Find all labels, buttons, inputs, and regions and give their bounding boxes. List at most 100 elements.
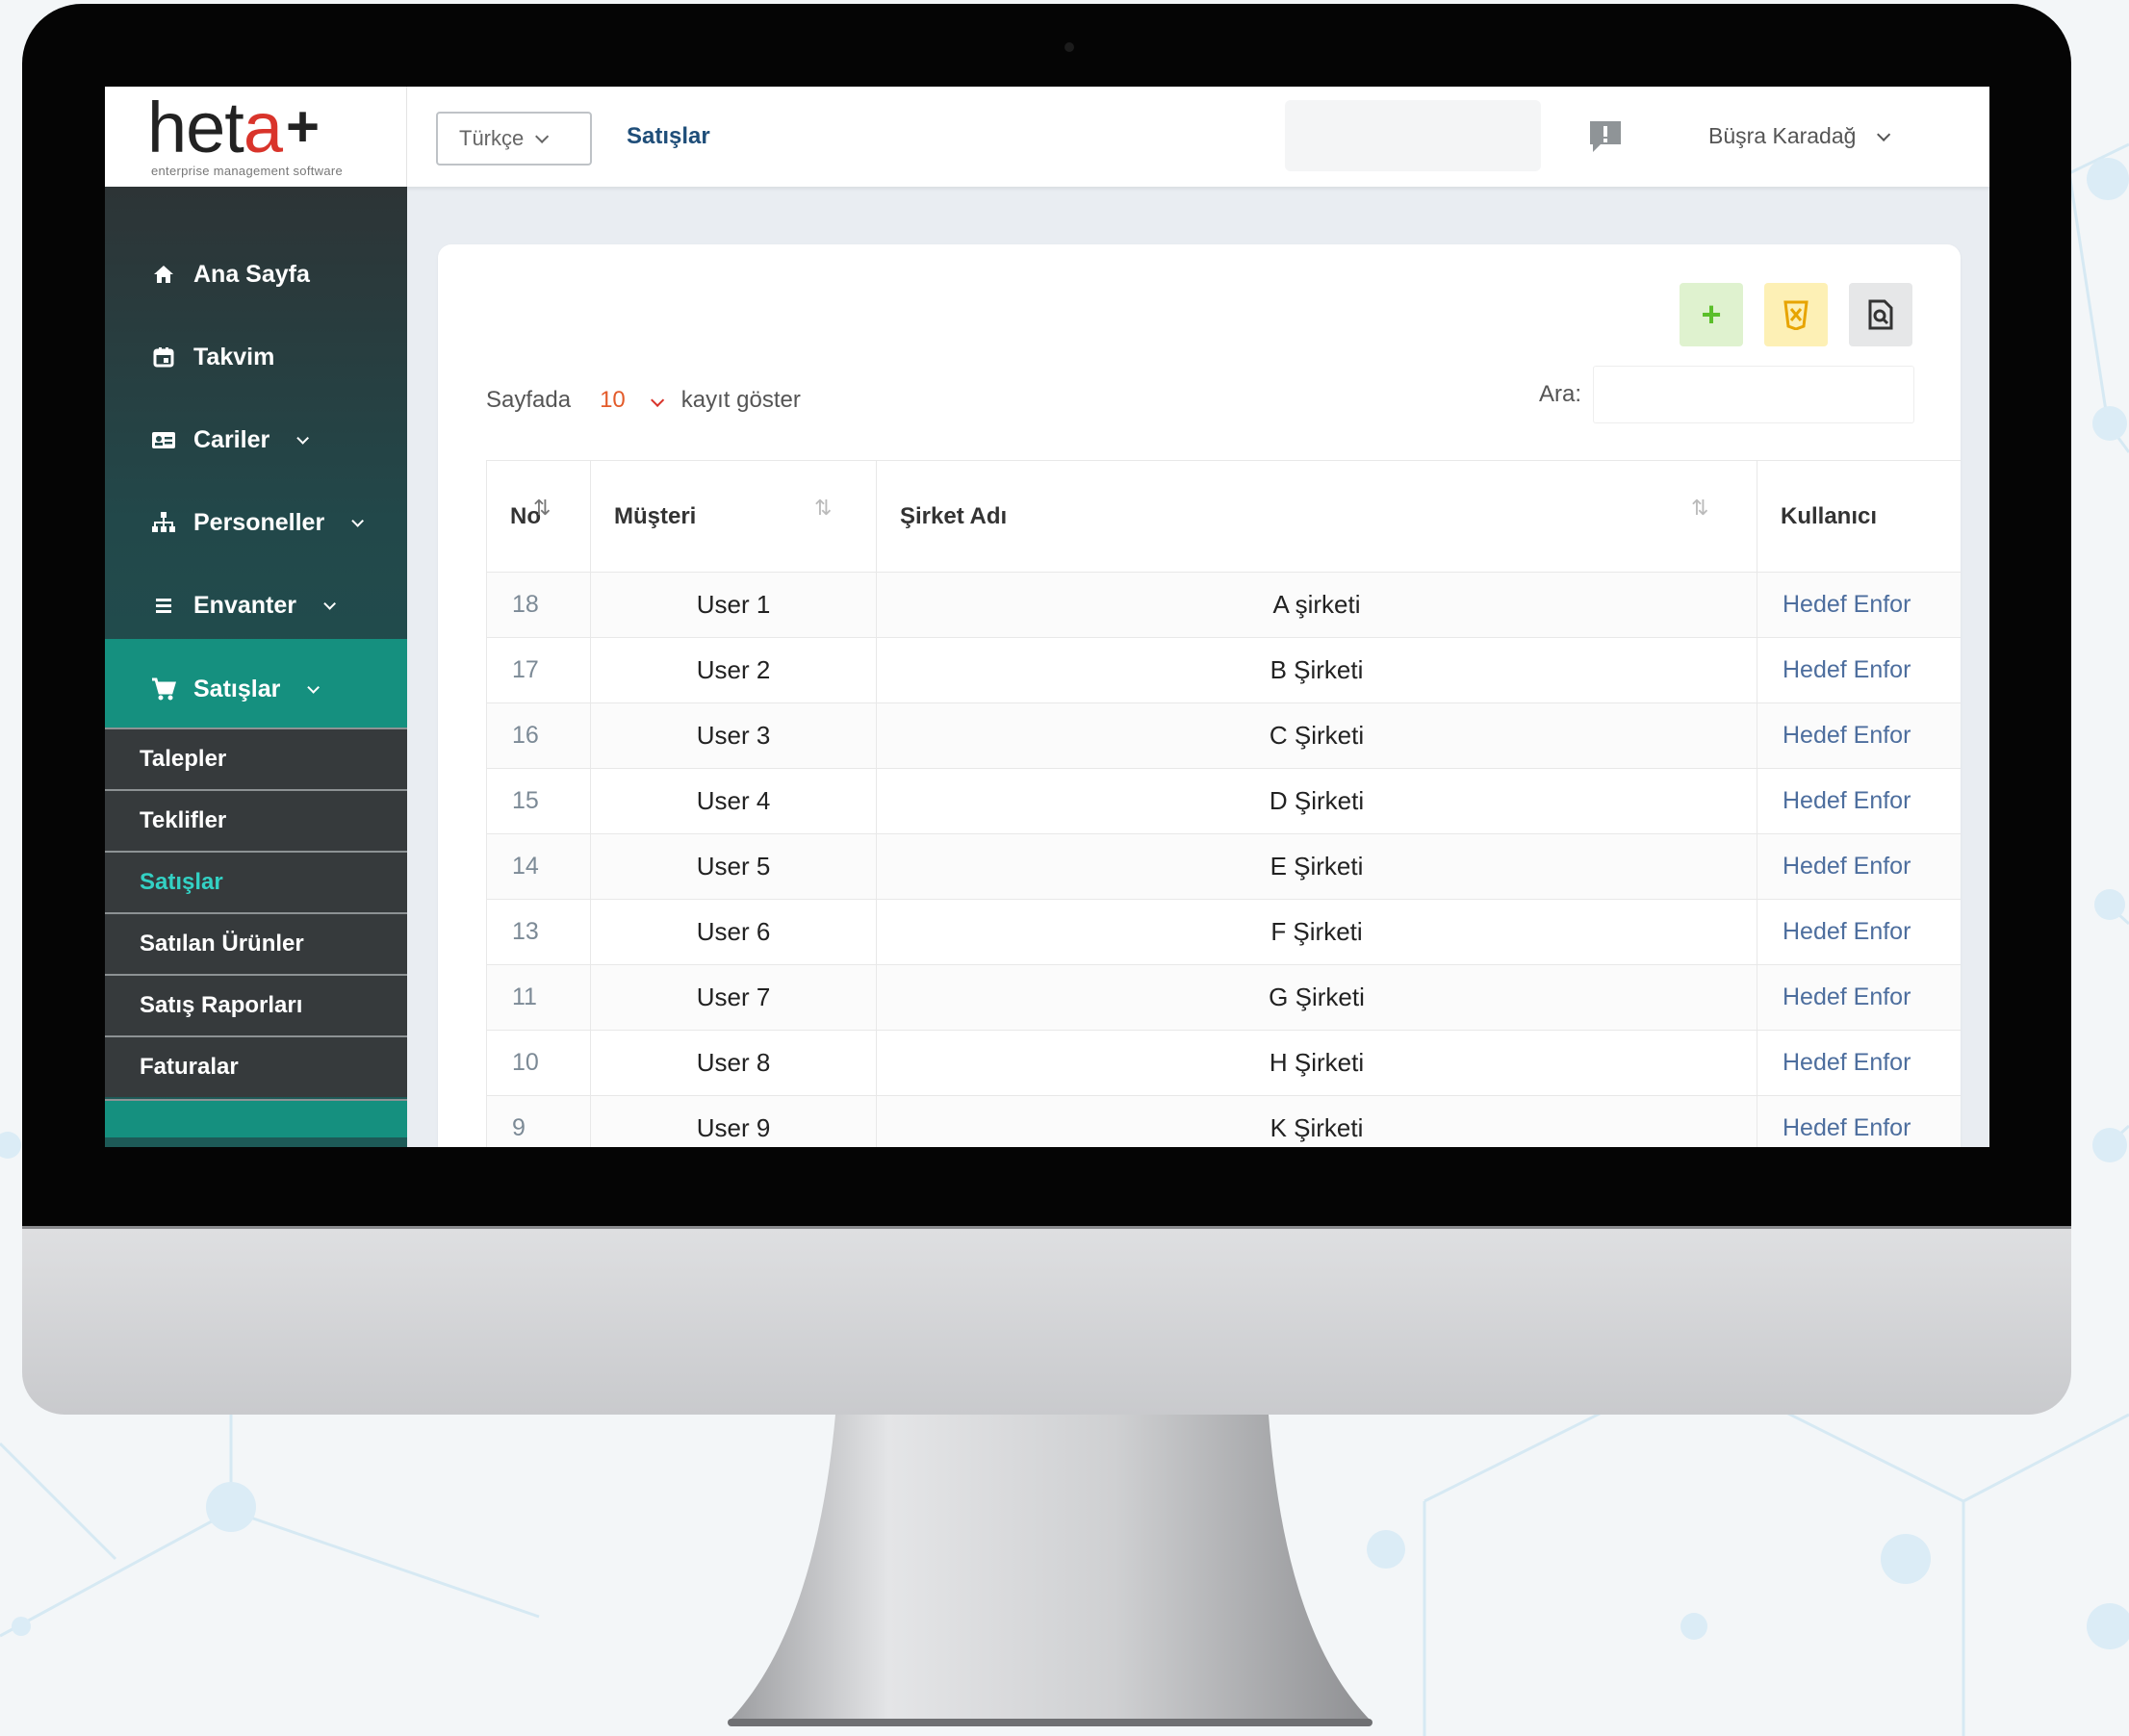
sidebar-item-label: Cariler <box>193 425 270 453</box>
home-icon <box>151 262 176 287</box>
top-navbar: heta+ enterprise management software Tür… <box>105 87 1989 187</box>
sidebar-item-sales[interactable]: Satışlar <box>105 639 407 739</box>
add-button[interactable]: + <box>1680 283 1743 346</box>
contact-card-icon <box>151 427 176 452</box>
list-icon <box>151 593 176 618</box>
chevron-down-icon <box>535 129 550 143</box>
sidebar-item-accounts[interactable]: Cariler <box>105 398 407 481</box>
column-header-user[interactable]: Kullanıcı <box>1757 460 1961 573</box>
excel-export-button[interactable] <box>1764 283 1828 346</box>
table-row[interactable]: 18 User 1 A şirketi Hedef Enfor <box>486 572 1961 638</box>
alert-message-icon[interactable] <box>1587 119 1624 154</box>
search-input[interactable] <box>1593 366 1915 423</box>
cell-user: Hedef Enfor <box>1757 899 1961 965</box>
table-row[interactable]: 9 User 9 K Şirketi Hedef Enfor <box>486 1095 1961 1147</box>
sidebar-item-home[interactable]: Ana Sayfa <box>105 233 407 316</box>
cell-user: Hedef Enfor <box>1757 768 1961 834</box>
submenu-item-offers[interactable]: Teklifler <box>105 789 407 851</box>
cell-company: D Şirketi <box>876 768 1757 834</box>
sidebar-item-label: Personeller <box>193 508 325 536</box>
sidebar-item-personnel[interactable]: Personeller <box>105 481 407 564</box>
cell-no: 18 <box>486 572 591 638</box>
table-header-row: No ⇅ Müşteri ⇅ Şirket Adı ⇅ Kullanıcı <box>486 460 1961 573</box>
cell-customer: User 9 <box>590 1095 877 1147</box>
chevron-down-icon <box>296 431 310 445</box>
sales-submenu: Talepler Teklifler Satışlar Satılan Ürün… <box>105 728 407 1097</box>
camera-icon <box>1064 42 1074 52</box>
submenu-item-sold-products[interactable]: Satılan Ürünler <box>105 912 407 974</box>
language-select[interactable]: Türkçe <box>436 112 592 166</box>
submenu-item-sales[interactable]: Satışlar <box>105 851 407 912</box>
logo-tagline: enterprise management software <box>151 164 344 178</box>
user-name: Büşra Karadağ <box>1708 123 1857 148</box>
cell-user: Hedef Enfor <box>1757 833 1961 900</box>
column-header-company[interactable]: Şirket Adı ⇅ <box>876 460 1757 573</box>
page-length-select[interactable]: 10 <box>600 387 626 414</box>
sidebar-item-partial[interactable] <box>105 1099 407 1137</box>
plus-icon: + <box>1701 294 1722 334</box>
table-row[interactable]: 10 User 8 H Şirketi Hedef Enfor <box>486 1030 1961 1096</box>
table-search: Ara: <box>1539 366 1915 423</box>
table-row[interactable]: 11 User 7 G Şirketi Hedef Enfor <box>486 964 1961 1031</box>
cell-customer: User 2 <box>590 637 877 703</box>
cell-company: B Şirketi <box>876 637 1757 703</box>
sidebar-item-label: Takvim <box>193 343 275 370</box>
chevron-down-icon <box>351 514 365 527</box>
sidebar-item-label: Ana Sayfa <box>193 260 310 288</box>
cell-no: 11 <box>486 964 591 1031</box>
cell-customer: User 7 <box>590 964 877 1031</box>
cell-customer: User 1 <box>590 572 877 638</box>
cell-customer: User 8 <box>590 1030 877 1096</box>
preview-button[interactable] <box>1849 283 1912 346</box>
submenu-item-requests[interactable]: Talepler <box>105 728 407 789</box>
cell-no: 15 <box>486 768 591 834</box>
app-screen: heta+ enterprise management software Tür… <box>105 87 1989 1147</box>
cell-user: Hedef Enfor <box>1757 702 1961 769</box>
chevron-down-icon[interactable] <box>650 387 664 414</box>
logo-accent-letter: a <box>243 88 283 167</box>
cell-no: 16 <box>486 702 591 769</box>
cell-user: Hedef Enfor <box>1757 964 1961 1031</box>
column-header-no[interactable]: No ⇅ <box>486 460 591 573</box>
cell-company: K Şirketi <box>876 1095 1757 1147</box>
cell-company: E Şirketi <box>876 833 1757 900</box>
language-value: Türkçe <box>459 126 525 150</box>
chevron-down-icon <box>1877 127 1891 141</box>
cell-user: Hedef Enfor <box>1757 1030 1961 1096</box>
sort-icon: ⇅ <box>814 496 833 520</box>
chevron-down-icon <box>323 597 336 610</box>
calendar-icon <box>151 345 176 370</box>
sales-table: No ⇅ Müşteri ⇅ Şirket Adı ⇅ Kullanıcı 18… <box>486 460 1961 1147</box>
cell-no: 9 <box>486 1095 591 1147</box>
cell-user: Hedef Enfor <box>1757 572 1961 638</box>
submenu-item-invoices[interactable]: Faturalar <box>105 1035 407 1097</box>
logo-plus: + <box>286 94 320 159</box>
page-title: Satışlar <box>627 123 710 149</box>
sidebar-item-label: Envanter <box>193 591 296 619</box>
table-row[interactable]: 17 User 2 B Şirketi Hedef Enfor <box>486 637 1961 703</box>
logo-text: het <box>147 88 244 167</box>
logo[interactable]: heta+ enterprise management software <box>105 87 407 187</box>
cart-icon <box>151 677 176 702</box>
submenu-item-sales-reports[interactable]: Satış Raporları <box>105 974 407 1035</box>
top-search-box[interactable] <box>1285 100 1541 171</box>
sidebar-item-label: Satışlar <box>193 675 281 702</box>
cell-company: C Şirketi <box>876 702 1757 769</box>
column-header-customer[interactable]: Müşteri ⇅ <box>590 460 877 573</box>
table-row[interactable]: 15 User 4 D Şirketi Hedef Enfor <box>486 768 1961 834</box>
table-row[interactable]: 16 User 3 C Şirketi Hedef Enfor <box>486 702 1961 769</box>
sidebar-item-calendar[interactable]: Takvim <box>105 316 407 398</box>
sidebar: Ana Sayfa Takvim Cariler Personeller Env… <box>105 187 407 1147</box>
table-row[interactable]: 13 User 6 F Şirketi Hedef Enfor <box>486 899 1961 965</box>
cell-no: 10 <box>486 1030 591 1096</box>
page-length-control: Sayfada 10 kayıt göster <box>486 387 801 414</box>
cell-company: G Şirketi <box>876 964 1757 1031</box>
sidebar-item-inventory[interactable]: Envanter <box>105 564 407 647</box>
sort-icon: ⇅ <box>533 496 551 520</box>
user-menu[interactable]: Büşra Karadağ <box>1708 123 1891 149</box>
length-suffix: kayıt göster <box>680 387 801 413</box>
table-row[interactable]: 14 User 5 E Şirketi Hedef Enfor <box>486 833 1961 900</box>
cell-no: 13 <box>486 899 591 965</box>
cell-company: F Şirketi <box>876 899 1757 965</box>
cell-no: 14 <box>486 833 591 900</box>
